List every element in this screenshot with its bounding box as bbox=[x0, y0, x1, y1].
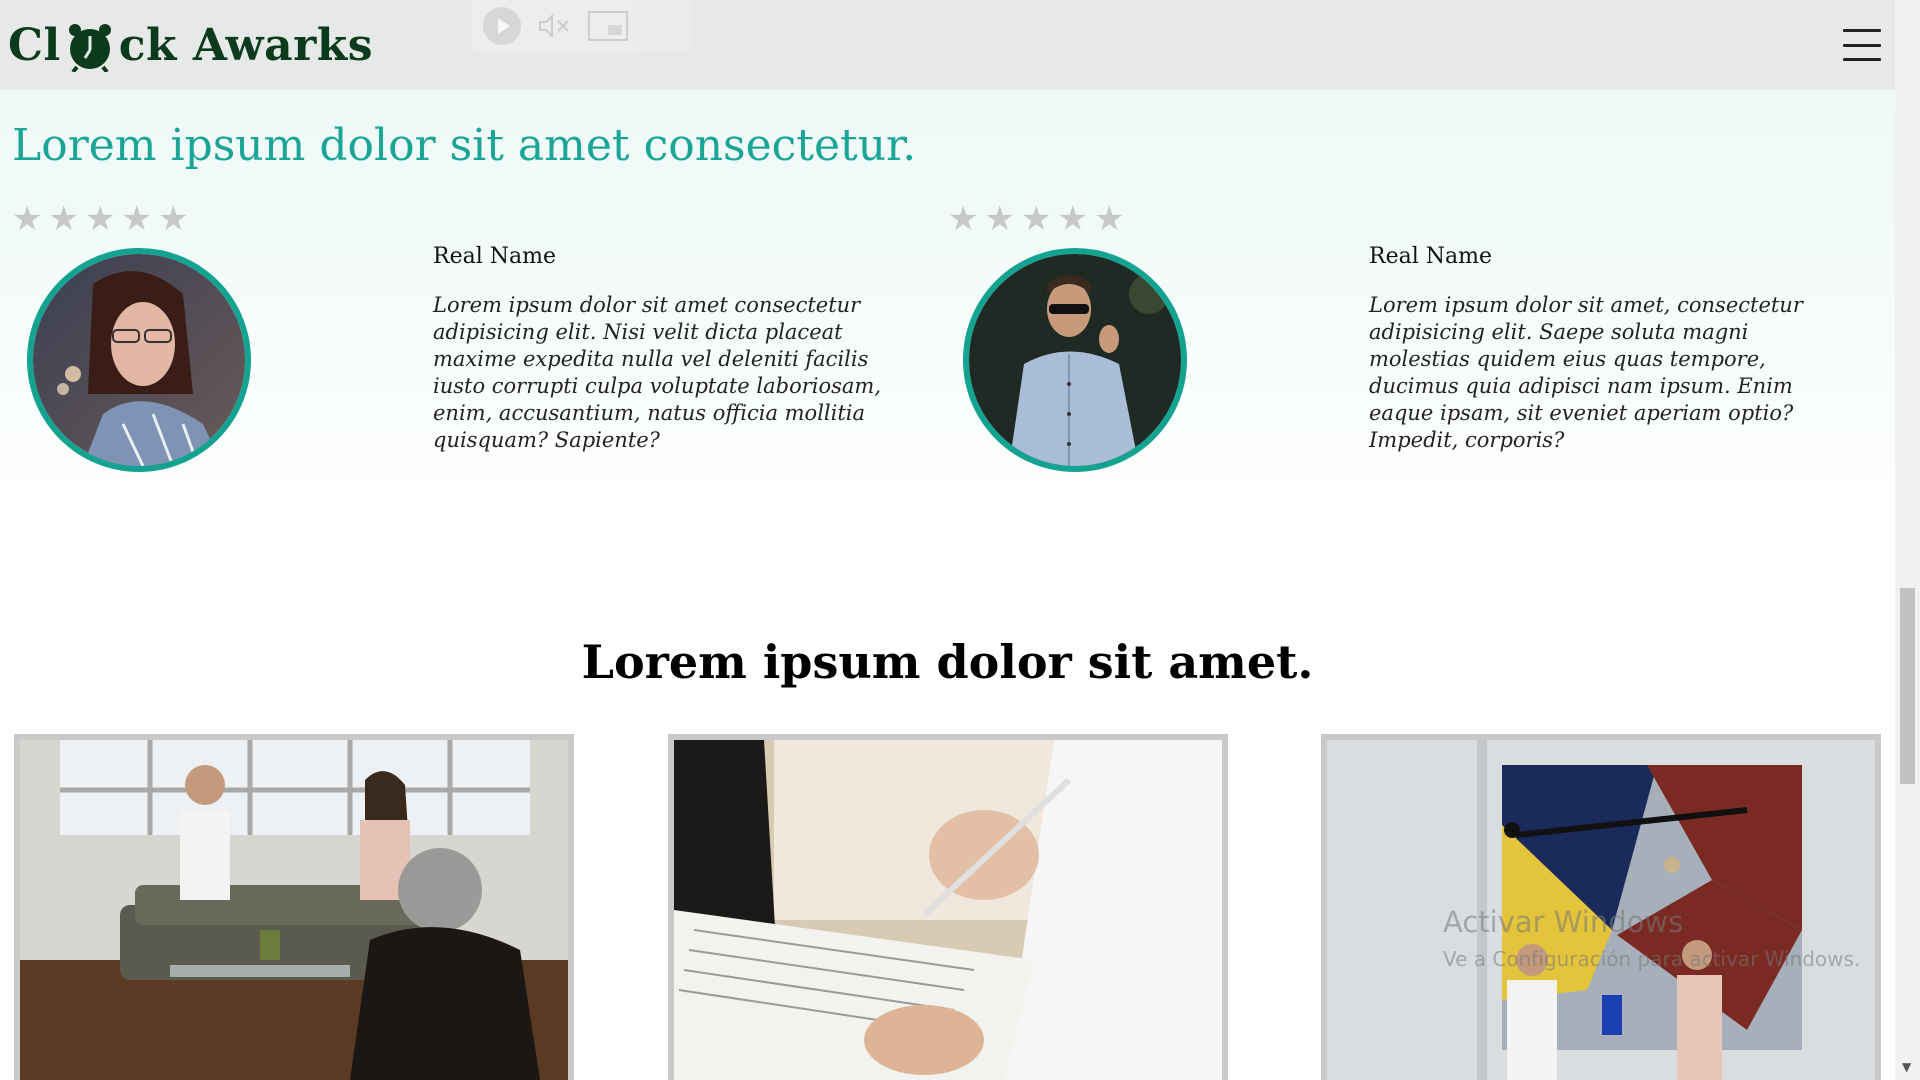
section-heading: Lorem ipsum dolor sit amet. bbox=[581, 635, 1314, 689]
hamburger-menu-icon[interactable] bbox=[1843, 29, 1881, 61]
star-icon: ★ bbox=[48, 199, 79, 239]
picture-in-picture-icon bbox=[588, 11, 628, 41]
scrollbar-thumb[interactable] bbox=[1900, 588, 1915, 784]
logo-text-left: Cl bbox=[8, 19, 61, 71]
star-icon: ★ bbox=[84, 199, 116, 239]
avatar bbox=[27, 248, 251, 472]
testimonial-card: ★ ★ ★ ★ ★ Real Name Lorem ipsum dolor si… bbox=[936, 202, 1871, 502]
reviewer-name: Real Name bbox=[433, 244, 556, 269]
gallery-image[interactable] bbox=[14, 734, 574, 1080]
gallery-image[interactable] bbox=[668, 734, 1228, 1080]
star-icon: ★ bbox=[984, 199, 1015, 239]
alarm-clock-icon bbox=[67, 22, 113, 74]
watermark-subtitle: Ve a Configuración para activar Windows. bbox=[1443, 947, 1861, 971]
scroll-down-arrow-icon[interactable]: ▼ bbox=[1902, 1060, 1911, 1074]
star-rating: ★ ★ ★ ★ ★ bbox=[12, 202, 188, 236]
review-text: Lorem ipsum dolor sit amet, consectetur … bbox=[1369, 293, 1803, 452]
vertical-scrollbar[interactable] bbox=[1895, 0, 1920, 1080]
star-rating: ★ ★ ★ ★ ★ bbox=[948, 202, 1124, 236]
play-icon bbox=[483, 7, 521, 45]
windows-activation-watermark: Activar Windows Ve a Configuración para … bbox=[1443, 905, 1860, 971]
mute-icon bbox=[539, 14, 569, 38]
testimonials-section: Lorem ipsum dolor sit amet consectetur. … bbox=[0, 90, 1895, 510]
therapy-session-photo bbox=[20, 740, 568, 1080]
review-text: Lorem ipsum dolor sit amet consectetur a… bbox=[433, 293, 881, 452]
star-icon: ★ bbox=[1057, 199, 1088, 239]
star-icon: ★ bbox=[1093, 199, 1125, 239]
media-controls-overlay bbox=[472, 0, 692, 52]
star-icon: ★ bbox=[121, 199, 152, 239]
testimonials-heading: Lorem ipsum dolor sit amet consectetur. bbox=[12, 120, 917, 171]
star-icon: ★ bbox=[1020, 199, 1052, 239]
brand-logo[interactable]: Cl ck Awarks bbox=[8, 19, 374, 74]
star-icon: ★ bbox=[157, 199, 189, 239]
star-icon: ★ bbox=[12, 199, 43, 239]
star-icon: ★ bbox=[948, 199, 979, 239]
avatar bbox=[963, 248, 1187, 472]
testimonial-card: ★ ★ ★ ★ ★ Real Name Lorem ipsum dolor si… bbox=[0, 202, 935, 502]
site-header: Cl ck Awarks bbox=[0, 0, 1895, 90]
reviewer-name: Real Name bbox=[1369, 244, 1492, 269]
watermark-title: Activar Windows bbox=[1443, 905, 1684, 939]
clipboard-notes-photo bbox=[674, 740, 1222, 1080]
logo-text-right: ck Awarks bbox=[118, 19, 374, 71]
